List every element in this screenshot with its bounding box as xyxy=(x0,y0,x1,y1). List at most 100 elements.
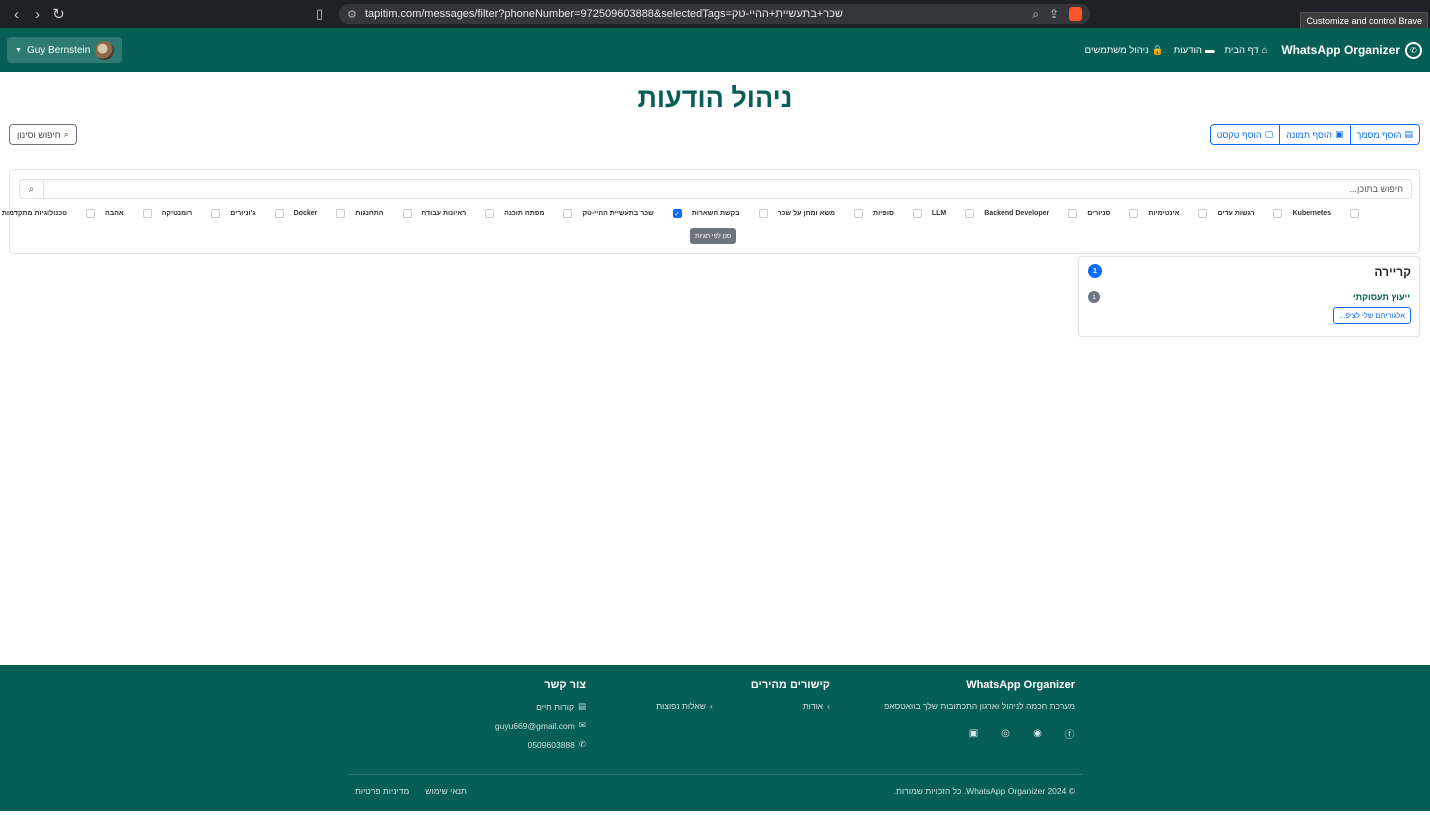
search-filter-button[interactable]: ⌕ חיפוש וסינון xyxy=(9,124,77,145)
terms-link[interactable]: תנאי שימוש xyxy=(425,786,467,796)
content-search-field[interactable]: ⌕ חיפוש בתוכן... xyxy=(19,179,1412,199)
footer-email[interactable]: ✉ guyu669@gmail.com xyxy=(495,720,586,731)
facebook-icon[interactable]: ⓕ xyxy=(1064,728,1075,741)
tag-checkbox-item[interactable]: בקשת השארות xyxy=(692,209,768,218)
linkedin-icon[interactable]: ▣ xyxy=(968,728,979,739)
zoom-icon[interactable]: ⌕ xyxy=(1032,7,1039,22)
share-icon[interactable]: ⇪ xyxy=(1049,7,1059,21)
checkbox-icon[interactable] xyxy=(485,209,495,218)
nav-home[interactable]: ⌂ דף הבית xyxy=(1224,45,1267,56)
quick-links-title: קישורים מהירים xyxy=(750,679,830,691)
tag-label: בקשת השארות xyxy=(691,210,740,217)
checkbox-icon[interactable] xyxy=(758,209,768,218)
reload-icon[interactable]: ↻ xyxy=(48,5,69,23)
tag-list: Kubernetes רגשות עדים אינטימיות סניורים Back… xyxy=(0,209,1359,218)
checkbox-icon[interactable] xyxy=(965,209,975,218)
footer-divider xyxy=(348,774,1082,775)
subcategory-title[interactable]: ייעוץ תעסוקתי xyxy=(1353,292,1410,302)
chevron-icon: › xyxy=(827,701,830,711)
tag-label: משא ומתן על שכר xyxy=(777,210,836,217)
tag-checkbox-item[interactable]: טכנולוגיות מתקדמות xyxy=(2,209,95,218)
message-button[interactable]: אלגוריתם שלי לציפ... xyxy=(1333,307,1411,324)
contact-title: צור קשר xyxy=(544,679,586,691)
tag-checkbox-item[interactable]: רומנטיקה xyxy=(161,209,221,218)
add-text-button[interactable]: ▢ הוסף טקסט xyxy=(1209,124,1281,145)
nav-messages[interactable]: ▬ הודעות xyxy=(1174,45,1215,56)
tag-label: Kubernetes xyxy=(1292,210,1331,217)
checkbox-icon[interactable] xyxy=(85,209,95,218)
footer-link-about[interactable]: › אודות xyxy=(803,701,830,711)
tag-label: טכנולוגיות מתקדמות xyxy=(1,210,67,217)
add-document-button[interactable]: ▤ הוסף מסמך xyxy=(1349,124,1420,145)
app-navbar: ▼ Guy Bernstein ✆ WhatsApp Organizer ⌂ ד… xyxy=(0,28,1430,72)
tag-checkbox-item[interactable]: Backend Developer xyxy=(984,209,1078,218)
chevron-icon: › xyxy=(709,701,713,711)
tag-checkbox-item[interactable]: Kubernetes xyxy=(1292,209,1359,218)
add-buttons-group: ▤ הוסף מסמך ▣ הוסף תמונה ▢ הוסף טקסט xyxy=(1209,124,1420,145)
instagram-icon[interactable]: ◎ xyxy=(1000,728,1011,739)
tag-checkbox-item[interactable]: ראיונות עבודה xyxy=(422,209,495,218)
forward-icon[interactable]: › xyxy=(27,6,48,23)
checkbox-checked-icon[interactable]: ✓ xyxy=(672,209,682,218)
add-image-button[interactable]: ▣ הוסף תמונה xyxy=(1279,124,1351,145)
tag-checkbox-item[interactable]: משא ומתן על שכר xyxy=(777,209,864,218)
tag-label: רומנטיקה xyxy=(161,210,193,217)
tag-label: סניורים xyxy=(1087,210,1111,217)
footer-link-faq[interactable]: › שאלות נפוצות xyxy=(656,701,713,711)
checkbox-icon[interactable] xyxy=(854,209,864,218)
content-search-button[interactable]: ⌕ xyxy=(20,179,44,199)
tag-checkbox-item[interactable]: סופיות xyxy=(873,209,922,218)
nav-user-management[interactable]: 🔒 ניהול משתמשים xyxy=(1085,45,1164,56)
footer-link-faq-label: שאלות נפוצות xyxy=(656,701,706,711)
checkbox-icon[interactable] xyxy=(211,209,221,218)
page-title: ניהול הודעות xyxy=(637,83,793,113)
tag-checkbox-item[interactable]: רגשות עדים xyxy=(1217,209,1283,218)
checkbox-icon[interactable] xyxy=(1198,209,1208,218)
footer-contact: צור קשר ▤ קורות חיים ✉ guyu669@gmail.com… xyxy=(495,679,586,758)
tag-checkbox-item[interactable]: Docker xyxy=(294,209,346,218)
footer-email-label: guyu669@gmail.com xyxy=(494,720,575,731)
checkbox-icon[interactable] xyxy=(142,209,152,218)
tag-label: שכר בתעשיית ההיי-טק xyxy=(582,210,654,217)
tag-label: LLM xyxy=(931,210,947,217)
tag-checkbox-item[interactable]: סניורים xyxy=(1087,209,1139,218)
tag-checkbox-item[interactable]: ג'וניורים xyxy=(230,209,284,218)
checkbox-icon[interactable] xyxy=(1273,209,1283,218)
checkbox-icon[interactable] xyxy=(1350,209,1359,218)
tag-checkbox-item[interactable]: ✓ שכר בתעשיית ההיי-טק xyxy=(582,209,682,218)
tag-checkbox-item[interactable]: מפתח תוכנה xyxy=(504,209,573,218)
tag-checkbox-item[interactable]: אהבה xyxy=(105,209,152,218)
footer-cv-label: קורות חיים xyxy=(536,701,574,712)
back-icon[interactable]: ‹ xyxy=(6,6,27,23)
privacy-link[interactable]: מדיניות פרטיות xyxy=(355,786,409,796)
github-icon[interactable]: ◉ xyxy=(1032,728,1043,739)
footer-brand: WhatsApp Organizer xyxy=(966,679,1075,691)
tag-checkbox-item[interactable]: התחנגות xyxy=(355,209,412,218)
bookmark-icon[interactable]: ▯ xyxy=(316,6,328,21)
address-bar[interactable]: ⚙ tapitim.com/messages/filter?phoneNumbe… xyxy=(339,4,1090,24)
checkbox-icon[interactable] xyxy=(912,209,922,218)
footer-phone-label: 0509603888 xyxy=(527,739,575,750)
nav-home-label: דף הבית xyxy=(1224,44,1259,56)
footer-phone[interactable]: ✆ 0509603888 xyxy=(495,739,586,750)
brave-shield-icon[interactable] xyxy=(1069,7,1082,21)
filter-by-tags-button[interactable]: סנן לפי תגיות xyxy=(690,228,737,244)
avatar xyxy=(95,40,115,60)
add-image-label: הוסף תמונה xyxy=(1286,129,1333,140)
checkbox-icon[interactable] xyxy=(336,209,346,218)
tag-checkbox-item[interactable]: LLM xyxy=(931,209,975,218)
user-menu-button[interactable]: ▼ Guy Bernstein xyxy=(7,37,123,63)
checkbox-icon[interactable] xyxy=(402,209,412,218)
site-settings-icon[interactable]: ⚙ xyxy=(347,8,365,21)
tag-checkbox-item[interactable]: אינטימיות xyxy=(1148,209,1208,218)
caret-down-icon: ▼ xyxy=(15,46,22,54)
nav-user-management-label: ניהול משתמשים xyxy=(1084,44,1149,56)
checkbox-icon[interactable] xyxy=(1129,209,1139,218)
tag-label: אינטימיות xyxy=(1148,210,1180,217)
checkbox-icon[interactable] xyxy=(274,209,284,218)
brand-link[interactable]: ✆ WhatsApp Organizer xyxy=(1281,41,1422,59)
checkbox-icon[interactable] xyxy=(1068,209,1078,218)
footer-cv-link[interactable]: ▤ קורות חיים xyxy=(495,701,586,712)
checkbox-icon[interactable] xyxy=(563,209,573,218)
category-count-badge: 1 xyxy=(1088,264,1102,278)
